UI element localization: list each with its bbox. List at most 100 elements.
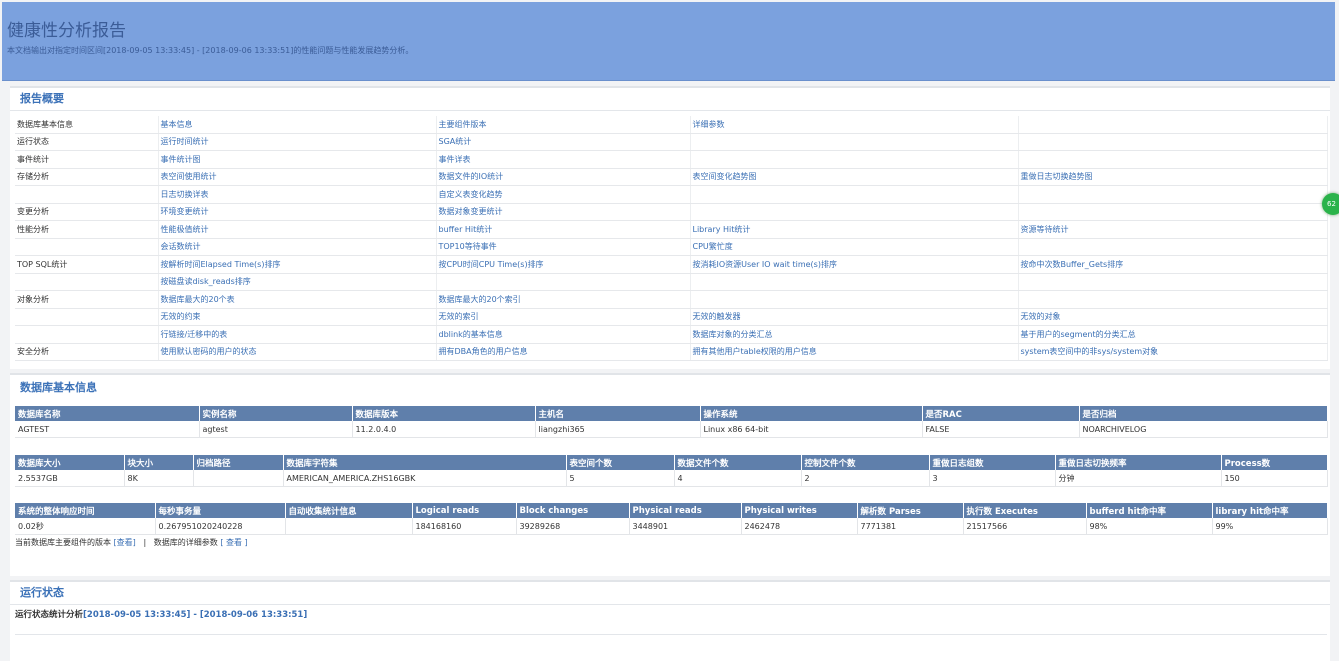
overview-cell: 无效的索引 xyxy=(436,308,691,326)
db-perf-value: 0.02秒 xyxy=(15,518,156,535)
floating-badge[interactable]: 62 xyxy=(1322,193,1339,215)
overview-link[interactable]: 无效的约束 xyxy=(161,312,201,321)
overview-link[interactable]: 无效的触发器 xyxy=(693,312,741,321)
overview-link[interactable]: 数据对象变更统计 xyxy=(439,207,503,216)
db-perf-header: 解析数 Parses xyxy=(857,503,964,518)
db-info-header: 是否RAC xyxy=(922,406,1080,421)
db-info-value: AGTEST xyxy=(15,421,200,438)
db-info-value: liangzhi365 xyxy=(535,421,701,438)
overview-link[interactable]: 数据库最大的20个表 xyxy=(161,295,235,304)
overview-row: 存储分析 表空间使用统计 数据文件的IO统计 表空间变化趋势图 重做日志切换趋势图 xyxy=(15,168,1328,186)
overview-link[interactable]: 按命中次数Buffer_Gets排序 xyxy=(1021,260,1124,269)
overview-link[interactable]: TOP10等待事件 xyxy=(439,242,497,251)
overview-link[interactable]: 性能极值统计 xyxy=(161,225,209,234)
overview-link[interactable]: 行链接/迁移中的表 xyxy=(161,330,228,339)
overview-row: 变更分析 环境变更统计 数据对象变更统计 xyxy=(15,203,1328,221)
overview-link[interactable]: Library Hit统计 xyxy=(693,225,751,234)
overview-category: 存储分析 xyxy=(15,168,159,186)
overview-link[interactable]: 环境变更统计 xyxy=(161,207,209,216)
db-perf-value: 21517566 xyxy=(963,518,1087,535)
db-size-header: 表空间个数 xyxy=(566,455,675,470)
overview-cell: 无效的触发器 xyxy=(690,308,1019,326)
overview-cell: 详细参数 xyxy=(690,116,1019,134)
overview-link[interactable]: 表空间变化趋势图 xyxy=(693,172,757,181)
db-info-value: agtest xyxy=(199,421,353,438)
overview-link[interactable]: 自定义表变化趋势 xyxy=(439,190,503,199)
overview-link[interactable]: system表空间中的非sys/system对象 xyxy=(1021,347,1159,356)
overview-cell: 基于用户的segment的分类汇总 xyxy=(1018,325,1328,344)
overview-row: 性能分析 性能极值统计 buffer Hit统计 Library Hit统计 资源等待统… xyxy=(15,220,1328,239)
overview-cell xyxy=(1018,116,1328,134)
param-detail-text: 数据库的详细参数 xyxy=(153,538,218,547)
overview-category xyxy=(15,325,159,344)
overview-cell: Library Hit统计 xyxy=(690,220,1019,239)
db-info-table: 数据库名称 实例名称 数据库版本 主机名 操作系统 是否RAC 是否归档 AGTEST agt… xyxy=(15,406,1328,438)
overview-link[interactable]: 数据库对象的分类汇总 xyxy=(693,330,773,339)
overview-link[interactable]: buffer Hit统计 xyxy=(439,225,493,234)
overview-cell: 拥有其他用户table权限的用户信息 xyxy=(690,343,1019,361)
overview-link[interactable]: 按CPU时间CPU Time(s)排序 xyxy=(439,260,544,269)
db-info-header: 数据库名称 xyxy=(15,406,200,421)
db-perf-header: bufferd hit命中率 xyxy=(1086,503,1213,518)
overview-row: 安全分析 使用默认密码的用户的状态 拥有DBA角色的用户信息 拥有其他用户table权… xyxy=(15,343,1328,361)
db-size-value xyxy=(193,470,284,487)
overview-category xyxy=(15,238,159,256)
overview-link[interactable]: 拥有其他用户table权限的用户信息 xyxy=(693,347,817,356)
overview-link[interactable]: 表空间使用统计 xyxy=(161,172,217,181)
overview-link[interactable]: 按消耗IO资源User IO wait time(s)排序 xyxy=(693,260,837,269)
overview-link[interactable]: 数据文件的IO统计 xyxy=(439,172,504,181)
overview-link[interactable]: 事件统计图 xyxy=(161,155,201,164)
overview-link[interactable]: 运行时间统计 xyxy=(161,137,209,146)
overview-link[interactable]: 基于用户的segment的分类汇总 xyxy=(1021,330,1136,339)
overview-category: 运行状态 xyxy=(15,133,159,151)
overview-link[interactable]: 事件详表 xyxy=(439,155,471,164)
overview-link[interactable]: dblink的基本信息 xyxy=(439,330,503,339)
db-size-table: 数据库大小 块大小 归档路径 数据库字符集 表空间个数 数据文件个数 控制文件个数 重做日志组… xyxy=(15,455,1328,487)
overview-link[interactable]: 数据库最大的20个索引 xyxy=(439,295,521,304)
db-perf-value: 98% xyxy=(1086,518,1213,535)
overview-link[interactable]: 无效的索引 xyxy=(439,312,479,321)
overview-cell xyxy=(690,133,1019,151)
overview-link[interactable]: 主要组件版本 xyxy=(439,120,487,129)
overview-row: 行链接/迁移中的表 dblink的基本信息 数据库对象的分类汇总 基于用户的segme… xyxy=(15,325,1328,344)
overview-cell: 重做日志切换趋势图 xyxy=(1018,168,1328,186)
db-perf-value: 39289268 xyxy=(516,518,630,535)
overview-link[interactable]: 会话数统计 xyxy=(161,242,201,251)
overview-cell: buffer Hit统计 xyxy=(436,220,691,239)
db-size-value: 3 xyxy=(929,470,1056,487)
overview-link[interactable]: 按解析时间Elapsed Time(s)排序 xyxy=(161,260,281,269)
overview-cell: dblink的基本信息 xyxy=(436,325,691,344)
db-info-header: 主机名 xyxy=(535,406,701,421)
component-version-link[interactable]: [查看] xyxy=(114,538,136,547)
db-size-header: 重做日志组数 xyxy=(929,455,1056,470)
overview-link[interactable]: 拥有DBA角色的用户信息 xyxy=(439,347,528,356)
overview-cell: 按命中次数Buffer_Gets排序 xyxy=(1018,255,1328,274)
overview-cell xyxy=(690,273,1019,291)
overview-link[interactable]: 无效的对象 xyxy=(1021,312,1061,321)
overview-cell: 性能极值统计 xyxy=(158,220,437,239)
overview-category xyxy=(15,273,159,291)
overview-cell: 无效的对象 xyxy=(1018,308,1328,326)
overview-link[interactable]: 重做日志切换趋势图 xyxy=(1021,172,1093,181)
overview-link[interactable]: 使用默认密码的用户的状态 xyxy=(161,347,257,356)
overview-cell: 拥有DBA角色的用户信息 xyxy=(436,343,691,361)
overview-cell: 无效的约束 xyxy=(158,308,437,326)
db-perf-header: 自动收集统计信息 xyxy=(285,503,413,518)
overview-cell xyxy=(1018,133,1328,151)
overview-link[interactable]: 资源等待统计 xyxy=(1021,225,1069,234)
db-perf-header: Physical writes xyxy=(741,503,858,518)
overview-link[interactable]: 按磁盘读disk_reads排序 xyxy=(161,277,251,286)
overview-link[interactable]: 基本信息 xyxy=(161,120,193,129)
overview-category: 对象分析 xyxy=(15,290,159,309)
overview-link[interactable]: SGA统计 xyxy=(439,137,472,146)
overview-cell xyxy=(690,290,1019,309)
overview-link[interactable]: 日志切换详表 xyxy=(161,190,209,199)
overview-link[interactable]: CPU繁忙度 xyxy=(693,242,733,251)
overview-link[interactable]: 详细参数 xyxy=(693,120,725,129)
db-size-header: 重做日志切换频率 xyxy=(1055,455,1222,470)
db-perf-value: 7771381 xyxy=(857,518,964,535)
param-detail-link[interactable]: [ 查看 ] xyxy=(220,538,247,547)
db-info-value: NOARCHIVELOG xyxy=(1079,421,1328,438)
footer-separator: | xyxy=(143,538,147,547)
overview-table: 数据库基本信息 基本信息 主要组件版本 详细参数 运行状态 运行时间统计 SGA统计 事件统计… xyxy=(15,116,1328,361)
